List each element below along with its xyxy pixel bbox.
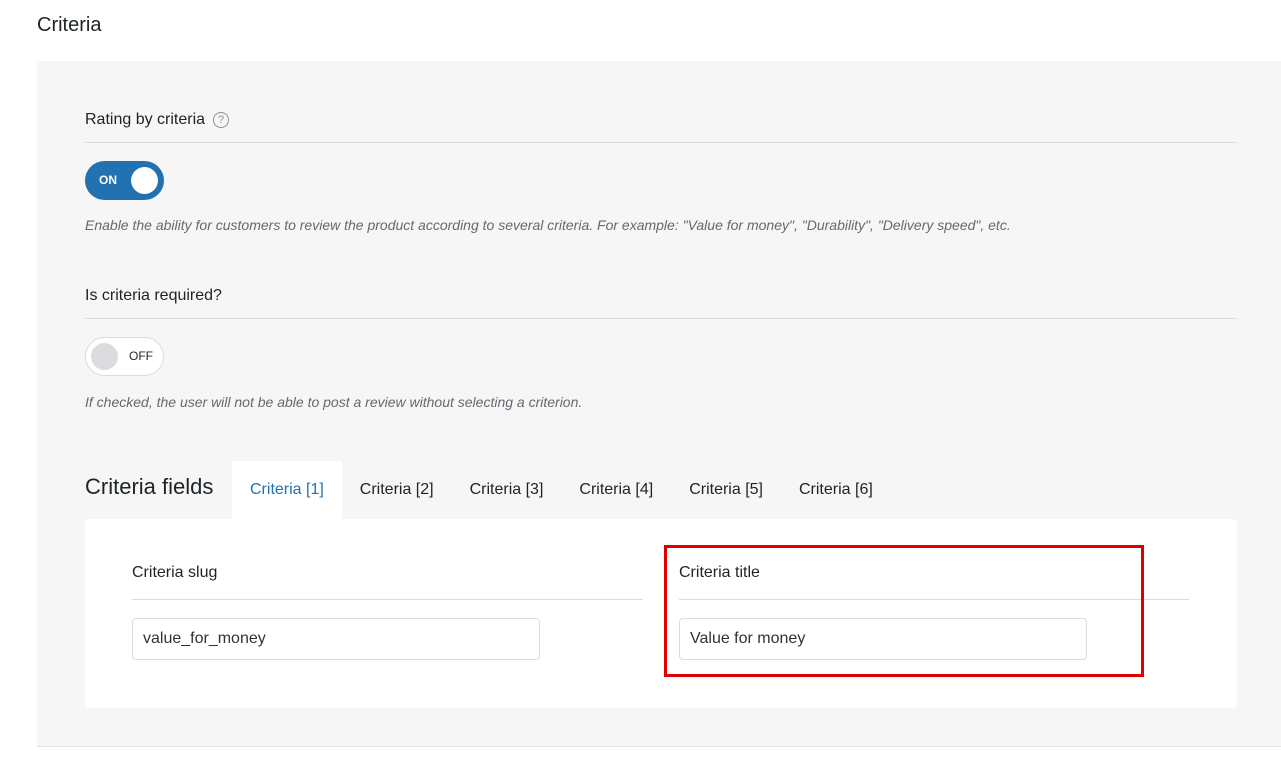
rating-by-criteria-label: Rating by criteria [85, 111, 206, 128]
criteria-tabs: Criteria [1] Criteria [2] Criteria [3] C… [232, 461, 891, 519]
tab-criteria-2[interactable]: Criteria [2] [342, 461, 452, 519]
help-icon[interactable]: ? [213, 112, 230, 128]
criteria-required-label: Is criteria required? [85, 287, 222, 304]
criteria-slug-label: Criteria slug [132, 564, 218, 581]
criteria-slug-field: Criteria slug [132, 564, 643, 660]
criteria-slug-input[interactable] [132, 618, 540, 660]
tab-criteria-6[interactable]: Criteria [6] [781, 461, 891, 519]
criteria-title-label: Criteria title [679, 564, 760, 581]
divider [679, 599, 1189, 600]
tab-criteria-4[interactable]: Criteria [4] [561, 461, 671, 519]
criteria-settings-panel: Rating by criteria ? ON Enable the abili… [37, 61, 1281, 747]
toggle-state-label: ON [99, 173, 117, 187]
divider [85, 142, 1237, 143]
criteria-fields-heading: Criteria fields [85, 474, 214, 499]
toggle-knob [131, 167, 158, 194]
tab-criteria-5[interactable]: Criteria [5] [671, 461, 781, 519]
divider [132, 599, 643, 600]
page-title: Criteria [37, 14, 102, 36]
rating-by-criteria-setting: Rating by criteria ? [85, 108, 1237, 143]
toggle-state-label: OFF [129, 349, 153, 363]
rating-by-criteria-toggle[interactable]: ON [85, 161, 164, 200]
divider [85, 318, 1237, 319]
tab-criteria-1[interactable]: Criteria [1] [232, 461, 342, 519]
criteria-required-label-row: Is criteria required? [85, 284, 1237, 308]
criteria-required-setting: Is criteria required? [85, 284, 1237, 319]
criteria-fields-box: Criteria slug Criteria title [85, 519, 1237, 708]
toggle-knob [91, 343, 118, 370]
rating-by-criteria-label-row: Rating by criteria ? [85, 108, 1237, 132]
criteria-required-toggle[interactable]: OFF [85, 337, 164, 376]
rating-by-criteria-description: Enable the ability for customers to revi… [85, 217, 1011, 233]
criteria-required-description: If checked, the user will not be able to… [85, 394, 583, 410]
criteria-title-field: Criteria title [679, 564, 1189, 660]
tab-criteria-3[interactable]: Criteria [3] [452, 461, 562, 519]
criteria-title-input[interactable] [679, 618, 1087, 660]
